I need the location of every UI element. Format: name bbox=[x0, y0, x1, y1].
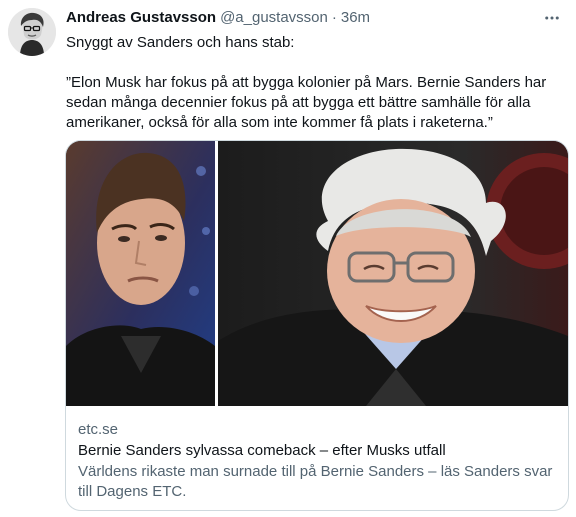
tweet-text-quote: ”Elon Musk har fokus på att bygga koloni… bbox=[66, 74, 547, 131]
avatar[interactable] bbox=[8, 8, 56, 56]
tweet-text-line-1: Snyggt av Sanders och hans stab: bbox=[66, 34, 295, 51]
tweet-text: Snyggt av Sanders och hans stab: ”Elon M… bbox=[66, 33, 566, 133]
more-options-button[interactable] bbox=[538, 6, 566, 30]
link-domain: etc.se bbox=[78, 421, 119, 438]
link-preview-image[interactable] bbox=[66, 141, 568, 406]
right-photo bbox=[218, 141, 568, 406]
tweet[interactable]: Andreas Gustavsson @a_gustavsson · 36m S… bbox=[0, 0, 576, 517]
author-display-name[interactable]: Andreas Gustavsson bbox=[66, 8, 216, 28]
link-title: Bernie Sanders sylvassa comeback – efter… bbox=[78, 442, 446, 459]
tweet-header: Andreas Gustavsson @a_gustavsson · 36m bbox=[66, 8, 532, 28]
news-photo-collage bbox=[66, 141, 568, 406]
link-preview-text: etc.se Bernie Sanders sylvassa comeback … bbox=[66, 406, 568, 502]
avatar-image bbox=[8, 8, 56, 56]
link-preview-card[interactable]: etc.se Bernie Sanders sylvassa comeback … bbox=[65, 140, 569, 511]
more-horizontal-icon bbox=[545, 16, 559, 20]
separator-dot: · bbox=[331, 9, 337, 26]
left-photo bbox=[66, 141, 215, 406]
link-description: Världens rikaste man surnade till på Ber… bbox=[78, 463, 553, 500]
author-handle[interactable]: @a_gustavsson bbox=[220, 8, 328, 28]
tweet-timestamp[interactable]: 36m bbox=[341, 8, 370, 28]
